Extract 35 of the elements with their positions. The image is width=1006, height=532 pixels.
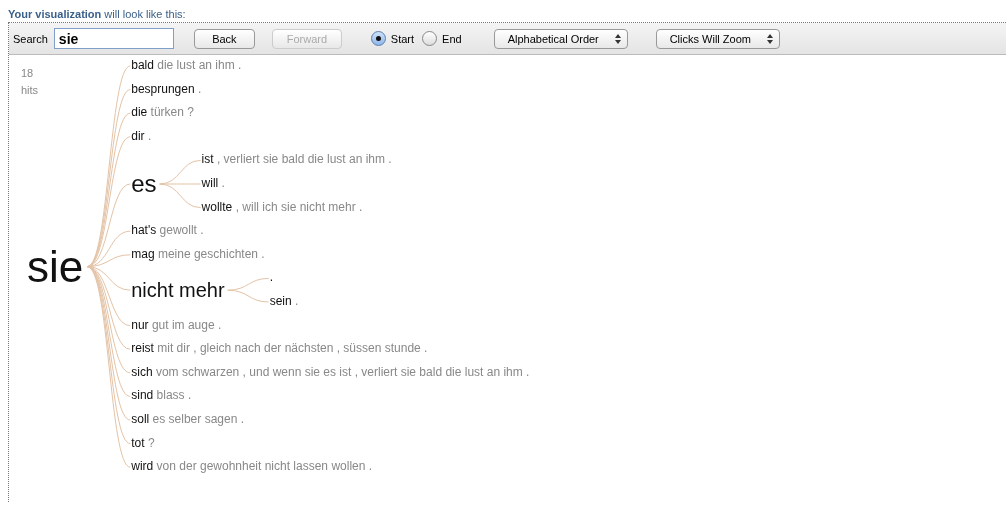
tree-word[interactable]: sind blass .: [131, 389, 192, 404]
updown-arrows-icon: [614, 33, 621, 44]
connector-line: [227, 289, 270, 303]
search-label: Search: [13, 32, 48, 45]
tree-word[interactable]: dir .: [131, 129, 152, 144]
tree-word[interactable]: besprungen .: [131, 82, 202, 97]
tree-word[interactable]: nicht mehr: [131, 278, 225, 302]
radio-option[interactable]: End: [422, 31, 462, 46]
tree-word[interactable]: es: [131, 170, 157, 198]
updown-arrows-icon: [766, 33, 773, 44]
tree-word[interactable]: hat's gewollt .: [131, 224, 204, 239]
tree-word[interactable]: sie: [27, 241, 84, 292]
dropdown[interactable]: Clicks Will Zoom: [655, 28, 780, 49]
tree-word[interactable]: nur gut im auge .: [131, 318, 222, 333]
tree-word[interactable]: die türken ?: [131, 106, 194, 121]
tree-word[interactable]: will .: [201, 177, 225, 191]
page-heading: Your visualization will look like this:: [8, 8, 187, 20]
tree-word[interactable]: soll es selber sagen .: [131, 413, 244, 427]
tree-word[interactable]: sein .: [269, 295, 299, 309]
tree-word[interactable]: tot ?: [131, 436, 155, 451]
tree-word[interactable]: sich vom schwarzen , und wenn sie es ist , verliert sie bald die lust an ihm .: [131, 365, 530, 380]
tree-word[interactable]: bald die lust an ihm .: [131, 59, 242, 73]
back-button[interactable]: Back: [193, 28, 255, 49]
tree-word[interactable]: ist , verliert sie bald die lust an ihm .: [201, 153, 392, 168]
dropdown[interactable]: Alphabetical Order: [493, 28, 628, 49]
connector-line: [227, 277, 270, 291]
tree-word[interactable]: wollte , will ich sie nicht mehr .: [201, 200, 363, 215]
search-field[interactable]: sie: [53, 28, 174, 49]
tree-word[interactable]: mag meine geschichten .: [131, 247, 265, 262]
tree-word[interactable]: .: [269, 271, 273, 286]
hit-count: 18: [21, 67, 35, 79]
tree-word[interactable]: reist mit dir , gleich nach der nächsten , süssen stunde .: [131, 342, 428, 357]
tree-word[interactable]: wird von der gewohnheit nicht lassen wollen .: [131, 460, 373, 475]
radio-option[interactable]: Start: [370, 31, 415, 46]
hits-label: hits: [21, 84, 39, 96]
